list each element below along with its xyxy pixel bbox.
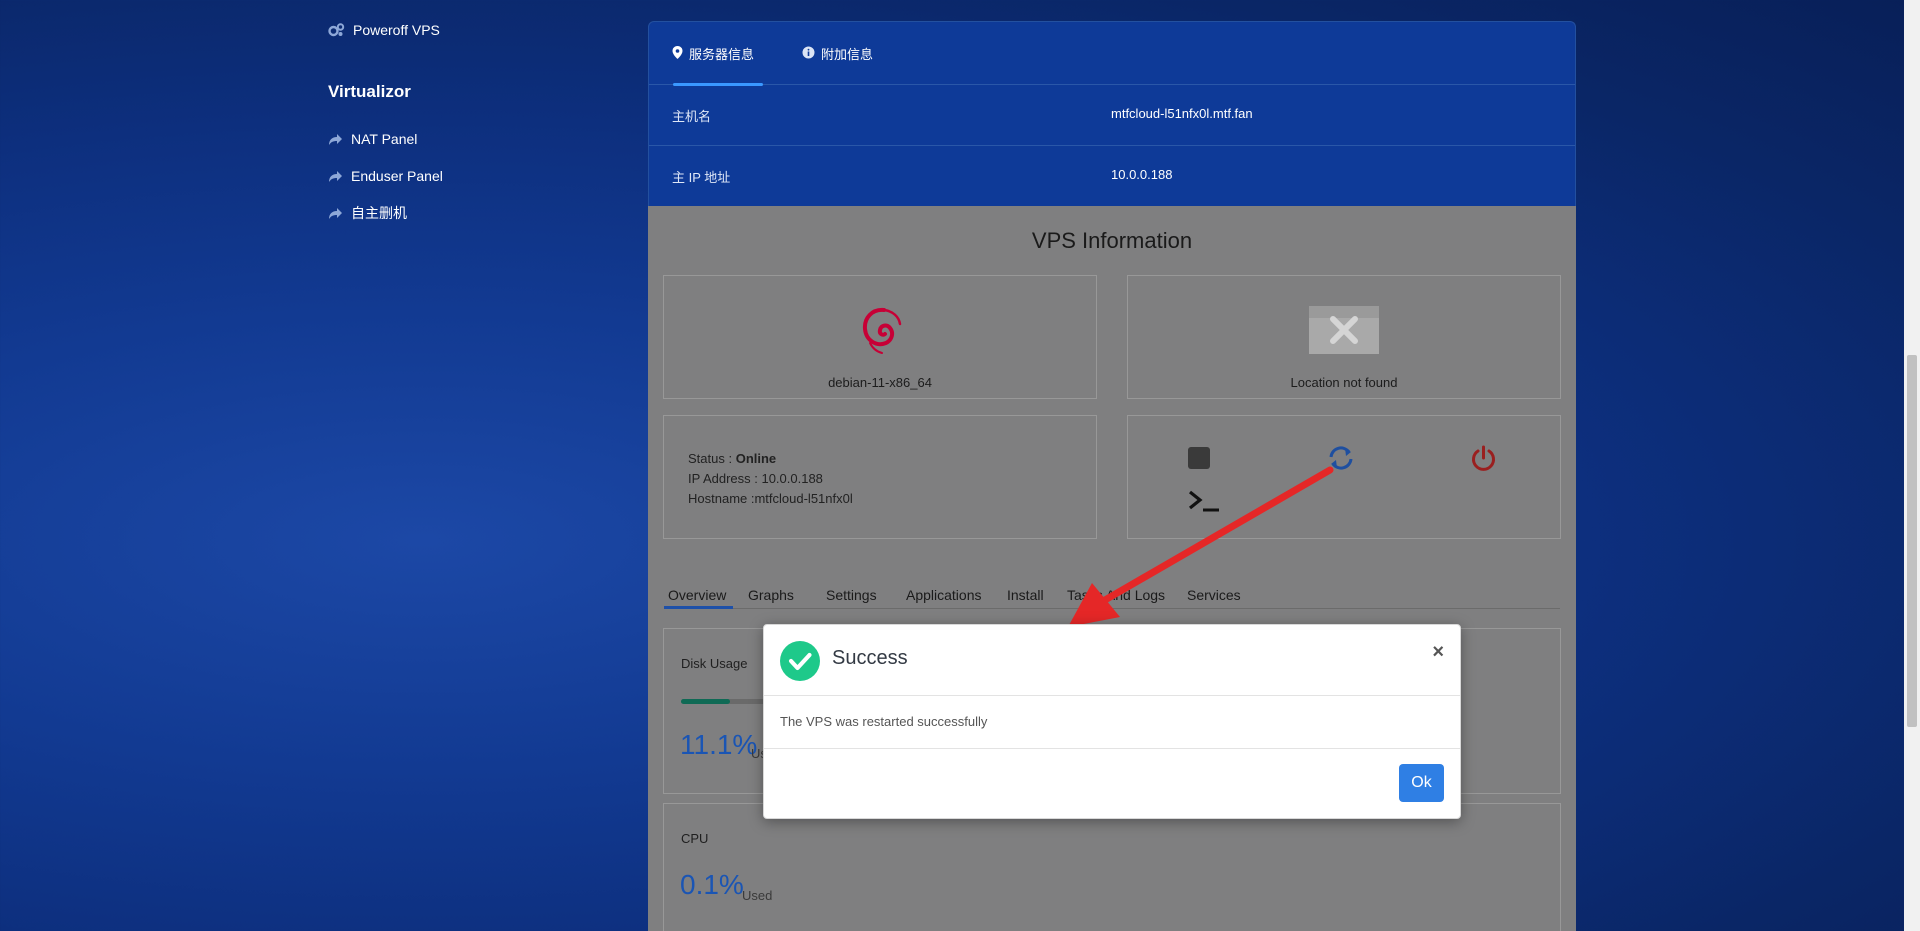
info-key: 主 IP 地址 bbox=[672, 170, 731, 185]
sidebar-heading: Virtualizor bbox=[328, 82, 411, 101]
share-arrow-icon bbox=[328, 207, 343, 220]
sidebar-item-poweroff-vps[interactable]: Poweroff VPS bbox=[328, 20, 440, 40]
tab-overview[interactable]: Overview bbox=[668, 587, 726, 603]
controls-card bbox=[1127, 415, 1561, 539]
share-arrow-icon bbox=[328, 133, 343, 146]
no-flag-icon bbox=[1309, 306, 1379, 359]
vps-information-section: VPS Information debian-11-x86_64 Locatio… bbox=[648, 206, 1576, 931]
sidebar-item-label: Poweroff VPS bbox=[353, 22, 440, 38]
disk-usage-fill bbox=[681, 699, 731, 704]
sidebar-item-label: 自主删机 bbox=[351, 205, 407, 221]
map-marker-icon bbox=[672, 45, 683, 62]
gears-icon bbox=[328, 23, 345, 37]
info-value: 10.0.0.188 bbox=[1111, 167, 1173, 182]
status-line: Status : Online bbox=[688, 451, 777, 466]
cpu-value: 0.1% bbox=[680, 869, 744, 900]
debian-logo-icon bbox=[860, 306, 904, 361]
ok-button[interactable]: Ok bbox=[1399, 764, 1444, 802]
info-circle-icon bbox=[802, 46, 815, 62]
power-icon[interactable] bbox=[1470, 445, 1497, 477]
stop-icon[interactable] bbox=[1188, 447, 1210, 474]
tab-tasks-and-logs[interactable]: Tasks And Logs bbox=[1067, 587, 1165, 603]
location-text: Location not found bbox=[1290, 375, 1398, 390]
info-value: mtfcloud-l51nfx0l.mtf.fan bbox=[1111, 106, 1253, 121]
vps-title: VPS Information bbox=[1031, 228, 1193, 253]
hostname-line: Hostname :mtfcloud-l51nfx0l bbox=[688, 491, 853, 506]
os-name: debian-11-x86_64 bbox=[828, 375, 932, 390]
cpu-label: CPU bbox=[681, 831, 709, 846]
ip-line: IP Address : 10.0.0.188 bbox=[688, 471, 823, 486]
gears-icon bbox=[328, 0, 344, 3]
tab-applications[interactable]: Applications bbox=[906, 587, 982, 603]
share-arrow-icon bbox=[328, 170, 343, 183]
disk-usage-value: 11.1% bbox=[680, 729, 758, 760]
info-tabs: 服务器信息 附加信息 bbox=[649, 22, 1575, 86]
tab-label: 附加信息 bbox=[821, 47, 874, 62]
info-row-hostname: 主机名 mtfcloud-l51nfx0l.mtf.fan bbox=[649, 85, 1575, 146]
sidebar-item-label: Enduser Panel bbox=[351, 168, 443, 184]
tab-settings[interactable]: Settings bbox=[826, 587, 877, 603]
sidebar-item-self-delete[interactable]: 自主删机 bbox=[328, 203, 407, 223]
disk-usage-label: Disk Usage bbox=[681, 656, 748, 671]
status-value: Online bbox=[735, 451, 777, 466]
tab-extra-info[interactable]: 附加信息 bbox=[802, 44, 873, 63]
location-card: Location not found bbox=[1127, 275, 1561, 399]
cpu-unit: Used bbox=[742, 888, 773, 903]
sidebar-item-enduser-panel[interactable]: Enduser Panel bbox=[328, 166, 443, 186]
vps-tabs: Overview Graphs Settings Applications In… bbox=[664, 577, 1560, 609]
sidebar-item-label: NAT Panel bbox=[351, 131, 418, 147]
restart-icon[interactable] bbox=[1327, 445, 1355, 476]
tab-server-info[interactable]: 服务器信息 bbox=[672, 44, 754, 63]
sidebar-item-nat-panel[interactable]: NAT Panel bbox=[328, 129, 417, 149]
success-dialog: Success × The VPS was restarted successf… bbox=[763, 624, 1461, 819]
console-icon[interactable] bbox=[1188, 489, 1220, 518]
status-card: Status : Online IP Address : 10.0.0.188 … bbox=[663, 415, 1097, 539]
close-button[interactable]: × bbox=[1432, 641, 1444, 664]
tab-services[interactable]: Services bbox=[1187, 587, 1241, 603]
active-tab-indicator bbox=[664, 606, 733, 609]
tab-install[interactable]: Install bbox=[1007, 587, 1044, 603]
info-row-ip: 主 IP 地址 10.0.0.188 bbox=[649, 146, 1575, 207]
info-key: 主机名 bbox=[672, 109, 712, 124]
tab-graphs[interactable]: Graphs bbox=[748, 587, 794, 603]
dialog-message: The VPS was restarted successfully bbox=[780, 714, 988, 729]
page-scrollbar[interactable] bbox=[1904, 0, 1920, 931]
cpu-card: CPU 0.1% Used bbox=[663, 803, 1561, 931]
os-card: debian-11-x86_64 bbox=[663, 275, 1097, 399]
tab-label: 服务器信息 bbox=[689, 47, 755, 62]
dialog-title: Success bbox=[832, 647, 908, 669]
sidebar-item-hidden-top[interactable] bbox=[328, 0, 344, 6]
success-check-icon bbox=[780, 641, 820, 686]
server-info-panel: 服务器信息 附加信息 主机名 mtfcloud-l51nfx0l.mtf.fan… bbox=[648, 21, 1576, 206]
scrollbar-thumb[interactable] bbox=[1907, 355, 1917, 727]
